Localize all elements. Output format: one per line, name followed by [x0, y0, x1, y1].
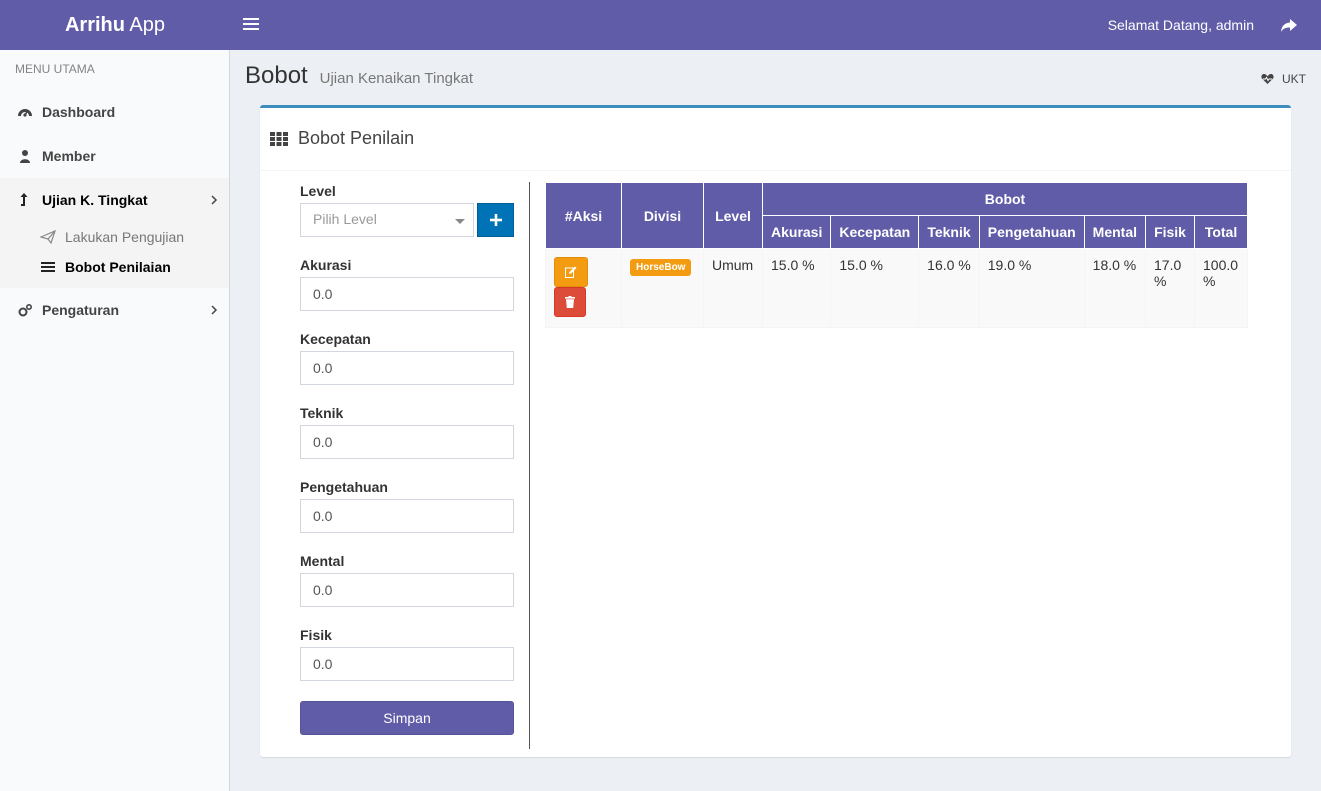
subheader-total: Total [1194, 215, 1249, 249]
edit-button[interactable] [554, 257, 588, 287]
header-level: Level [703, 182, 763, 249]
sidebar-item-label: Ujian K. Tingkat [42, 192, 148, 208]
dashboard-icon [18, 109, 32, 117]
menu-header: MENU UTAMA [15, 62, 95, 76]
sidebar-item-label: Pengaturan [42, 302, 120, 318]
paper-plane-icon [40, 229, 56, 245]
caret-down-icon [455, 219, 465, 224]
vertical-divider [529, 182, 530, 749]
pengetahuan-label: Pengetahuan [300, 479, 388, 495]
sidebar-subitem-label: Lakukan Pengujian [65, 229, 185, 245]
bobot-form: Level Pilih Level Akurasi Kecepatan Tekn… [300, 183, 514, 735]
page-subtitle: Ujian Kenaikan Tingkat [319, 70, 474, 87]
sidebar-item-pengaturan[interactable]: Pengaturan [0, 288, 229, 332]
cell-mental: 18.0 % [1083, 248, 1147, 328]
teknik-label: Teknik [300, 405, 344, 421]
cell-fisik: 17.0 % [1145, 248, 1196, 328]
logo-bold-text: Arrihu [64, 14, 125, 36]
chevron-right-icon [211, 195, 218, 205]
level-select[interactable]: Pilih Level [300, 203, 474, 237]
save-button[interactable]: Simpan [300, 701, 514, 735]
cell-total: 100.0 % [1194, 248, 1249, 328]
box-title-text: Bobot Penilain [298, 128, 415, 148]
fisik-label: Fisik [300, 627, 332, 643]
subheader-kecepatan: Kecepatan [830, 215, 920, 249]
subheader-pengetahuan: Pengetahuan [978, 215, 1085, 249]
chevron-right-icon [211, 305, 218, 315]
akurasi-label: Akurasi [300, 257, 352, 273]
subheader-mental: Mental [1083, 215, 1147, 249]
level-label: Level [300, 183, 336, 199]
akurasi-input[interactable] [300, 277, 514, 311]
header-aksi: #Aksi [545, 182, 622, 249]
box-title: Bobot Penilain [270, 128, 1281, 149]
content-header: Bobot Ujian Kenaikan Tingkat [245, 62, 473, 90]
sidebar-item-member[interactable]: Member [0, 134, 229, 178]
sidebar-subitem-label: Bobot Penilaian [65, 259, 171, 275]
box-header: Bobot Penilain [260, 108, 1291, 171]
subheader-teknik: Teknik [918, 215, 980, 249]
breadcrumb[interactable]: UKT [1261, 72, 1306, 86]
cell-kecepatan: 15.0 % [830, 248, 920, 328]
sidebar-item-label: Dashboard [42, 104, 116, 120]
plus-icon [490, 214, 502, 226]
page-title: Bobot [245, 62, 308, 89]
level-up-icon [20, 193, 28, 206]
submenu-ujian: Lakukan Pengujian Bobot Penilaian [0, 222, 229, 288]
mental-label: Mental [300, 553, 345, 569]
cell-akurasi: 15.0 % [761, 248, 832, 328]
heartbeat-icon [1261, 73, 1274, 84]
trash-icon [565, 296, 575, 308]
table-row: HorseBow Umum 15.0 % 15.0 % 16.0 % 19.0 … [545, 248, 1249, 328]
grid-icon [270, 132, 288, 146]
cell-pengetahuan: 19.0 % [978, 248, 1085, 328]
level-row: Pilih Level [300, 203, 514, 237]
sidebar: MENU UTAMA Dashboard Member Ujian K. Tin… [0, 50, 230, 791]
breadcrumb-label: UKT [1282, 72, 1306, 86]
sidebar-toggle-icon[interactable] [243, 15, 259, 35]
level-select-placeholder: Pilih Level [313, 211, 377, 227]
mental-input[interactable] [300, 573, 514, 607]
subheader-akurasi: Akurasi [761, 215, 832, 249]
sidebar-item-label: Member [42, 148, 96, 164]
cell-aksi [545, 248, 622, 328]
user-icon [20, 150, 30, 163]
welcome-text: Selamat Datang, admin [1107, 17, 1254, 33]
top-navbar: Arrihu App Selamat Datang, admin [0, 0, 1321, 50]
logout-share-icon[interactable] [1279, 15, 1299, 35]
sidebar-subitem-bobot-penilaian[interactable]: Bobot Penilaian [0, 252, 229, 282]
kecepatan-label: Kecepatan [300, 331, 371, 347]
subheader-fisik: Fisik [1145, 215, 1196, 249]
teknik-input[interactable] [300, 425, 514, 459]
logo-light-text: App [129, 14, 166, 36]
bobot-box: Bobot Penilain Level Pilih Level Akurasi… [260, 105, 1291, 757]
kecepatan-input[interactable] [300, 351, 514, 385]
fisik-input[interactable] [300, 647, 514, 681]
pengetahuan-input[interactable] [300, 499, 514, 533]
cell-level: Umum [703, 248, 763, 328]
list-icon [41, 262, 55, 272]
delete-button[interactable] [554, 287, 586, 317]
add-level-button[interactable] [477, 203, 514, 237]
divisi-badge: HorseBow [630, 259, 692, 276]
app-logo[interactable]: Arrihu App [0, 0, 230, 50]
edit-icon [565, 266, 577, 278]
cell-teknik: 16.0 % [918, 248, 980, 328]
cell-divisi: HorseBow [621, 248, 704, 328]
sidebar-item-ujian[interactable]: Ujian K. Tingkat [0, 178, 229, 222]
header-bobot: Bobot [761, 182, 1249, 216]
sidebar-subitem-lakukan-pengujian[interactable]: Lakukan Pengujian [0, 222, 229, 252]
bobot-table: #Aksi Divisi Level Bobot Akurasi Kecepat… [545, 182, 1249, 328]
sidebar-item-dashboard[interactable]: Dashboard [0, 90, 229, 134]
cogs-icon [18, 303, 33, 317]
header-divisi: Divisi [621, 182, 704, 249]
